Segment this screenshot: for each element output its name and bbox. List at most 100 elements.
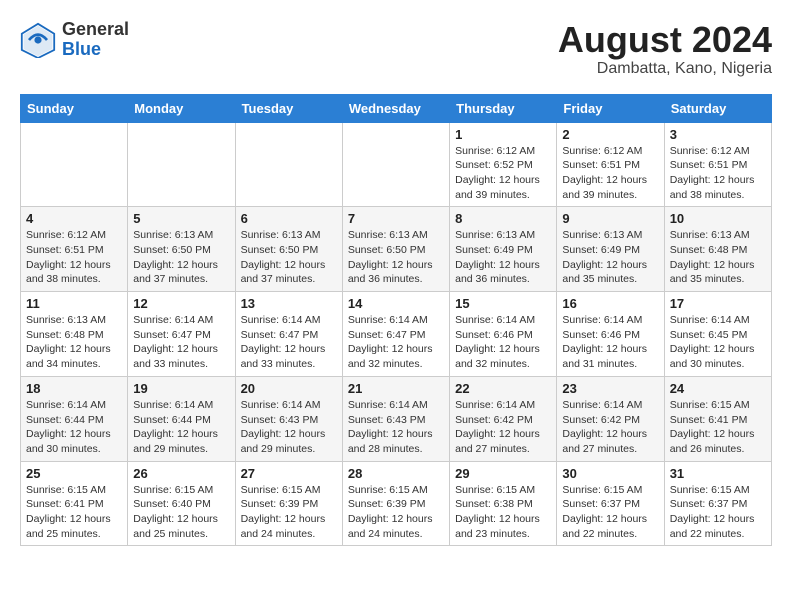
calendar-week-row: 18 Sunrise: 6:14 AMSunset: 6:44 PMDayligh… <box>21 376 772 461</box>
day-number: 7 <box>348 211 444 226</box>
logo-text: General Blue <box>62 20 129 60</box>
calendar-cell: 1 Sunrise: 6:12 AMSunset: 6:52 PMDaylight… <box>450 122 557 207</box>
calendar-week-row: 25Sunrise: 6:15 AMSunset: 6:41 PMDayligh… <box>21 461 772 546</box>
day-info: Sunrise: 6:15 AMSunset: 6:39 PMDaylight:… <box>348 483 444 542</box>
calendar-cell: 28 Sunrise: 6:15 AMSunset: 6:39 PMDayligh… <box>342 461 449 546</box>
calendar-week-row: 11 Sunrise: 6:13 AMSunset: 6:48 PMDayligh… <box>21 292 772 377</box>
day-number: 25 <box>26 466 122 481</box>
day-info: Sunrise: 6:13 AMSunset: 6:48 PMDaylight:… <box>26 313 122 372</box>
weekday-header: Thursday <box>450 94 557 122</box>
day-number: 6 <box>241 211 337 226</box>
day-number: 18 <box>26 381 122 396</box>
day-number: 4 <box>26 211 122 226</box>
page-header: General Blue August 2024 Dambatta, Kano,… <box>20 20 772 78</box>
calendar-cell: 13 Sunrise: 6:14 AMSunset: 6:47 PMDayligh… <box>235 292 342 377</box>
logo-icon <box>20 22 56 58</box>
day-info: Sunrise: 6:14 AMSunset: 6:46 PMDaylight:… <box>562 313 658 372</box>
calendar-cell: 29Sunrise: 6:15 AMSunset: 6:38 PMDayligh… <box>450 461 557 546</box>
day-info: Sunrise: 6:14 AMSunset: 6:43 PMDaylight:… <box>348 398 444 457</box>
day-number: 28 <box>348 466 444 481</box>
weekday-header: Saturday <box>664 94 771 122</box>
calendar-cell: 9 Sunrise: 6:13 AMSunset: 6:49 PMDaylight… <box>557 207 664 292</box>
day-number: 29 <box>455 466 551 481</box>
day-info: Sunrise: 6:14 AMSunset: 6:44 PMDaylight:… <box>26 398 122 457</box>
day-number: 3 <box>670 127 766 142</box>
day-info: Sunrise: 6:14 AMSunset: 6:45 PMDaylight:… <box>670 313 766 372</box>
day-info: Sunrise: 6:13 AMSunset: 6:49 PMDaylight:… <box>562 228 658 287</box>
day-number: 1 <box>455 127 551 142</box>
calendar-cell: 7 Sunrise: 6:13 AMSunset: 6:50 PMDaylight… <box>342 207 449 292</box>
day-number: 11 <box>26 296 122 311</box>
calendar-cell: 26 Sunrise: 6:15 AMSunset: 6:40 PMDayligh… <box>128 461 235 546</box>
day-info: Sunrise: 6:14 AMSunset: 6:43 PMDaylight:… <box>241 398 337 457</box>
day-info: Sunrise: 6:14 AMSunset: 6:47 PMDaylight:… <box>241 313 337 372</box>
day-number: 31 <box>670 466 766 481</box>
day-info: Sunrise: 6:14 AMSunset: 6:42 PMDaylight:… <box>562 398 658 457</box>
calendar-cell: 6 Sunrise: 6:13 AMSunset: 6:50 PMDaylight… <box>235 207 342 292</box>
calendar-cell: 11 Sunrise: 6:13 AMSunset: 6:48 PMDayligh… <box>21 292 128 377</box>
weekday-header: Tuesday <box>235 94 342 122</box>
calendar-cell: 14 Sunrise: 6:14 AMSunset: 6:47 PMDayligh… <box>342 292 449 377</box>
day-info: Sunrise: 6:13 AMSunset: 6:48 PMDaylight:… <box>670 228 766 287</box>
day-info: Sunrise: 6:12 AMSunset: 6:51 PMDaylight:… <box>562 144 658 203</box>
calendar-cell: 4 Sunrise: 6:12 AMSunset: 6:51 PMDaylight… <box>21 207 128 292</box>
logo-blue: Blue <box>62 40 129 60</box>
day-info: Sunrise: 6:13 AMSunset: 6:49 PMDaylight:… <box>455 228 551 287</box>
day-info: Sunrise: 6:12 AMSunset: 6:52 PMDaylight:… <box>455 144 551 203</box>
calendar-cell: 17 Sunrise: 6:14 AMSunset: 6:45 PMDayligh… <box>664 292 771 377</box>
calendar-cell: 2Sunrise: 6:12 AMSunset: 6:51 PMDaylight… <box>557 122 664 207</box>
calendar-cell: 12 Sunrise: 6:14 AMSunset: 6:47 PMDayligh… <box>128 292 235 377</box>
day-info: Sunrise: 6:15 AMSunset: 6:41 PMDaylight:… <box>670 398 766 457</box>
day-number: 26 <box>133 466 229 481</box>
calendar-cell: 24 Sunrise: 6:15 AMSunset: 6:41 PMDayligh… <box>664 376 771 461</box>
calendar-cell: 21 Sunrise: 6:14 AMSunset: 6:43 PMDayligh… <box>342 376 449 461</box>
location: Dambatta, Kano, Nigeria <box>558 60 772 78</box>
day-number: 9 <box>562 211 658 226</box>
day-info: Sunrise: 6:14 AMSunset: 6:42 PMDaylight:… <box>455 398 551 457</box>
title-block: August 2024 Dambatta, Kano, Nigeria <box>558 20 772 78</box>
day-number: 27 <box>241 466 337 481</box>
weekday-row: SundayMondayTuesdayWednesdayThursdayFrid… <box>21 94 772 122</box>
calendar-week-row: 4 Sunrise: 6:12 AMSunset: 6:51 PMDaylight… <box>21 207 772 292</box>
weekday-header: Friday <box>557 94 664 122</box>
calendar-cell: 23 Sunrise: 6:14 AMSunset: 6:42 PMDayligh… <box>557 376 664 461</box>
calendar-cell: 8 Sunrise: 6:13 AMSunset: 6:49 PMDaylight… <box>450 207 557 292</box>
calendar-cell <box>342 122 449 207</box>
day-number: 24 <box>670 381 766 396</box>
calendar-cell: 16Sunrise: 6:14 AMSunset: 6:46 PMDayligh… <box>557 292 664 377</box>
month-title: August 2024 <box>558 20 772 60</box>
calendar-cell: 18 Sunrise: 6:14 AMSunset: 6:44 PMDayligh… <box>21 376 128 461</box>
day-info: Sunrise: 6:14 AMSunset: 6:47 PMDaylight:… <box>133 313 229 372</box>
weekday-header: Monday <box>128 94 235 122</box>
calendar-cell: 22 Sunrise: 6:14 AMSunset: 6:42 PMDayligh… <box>450 376 557 461</box>
day-number: 22 <box>455 381 551 396</box>
day-number: 12 <box>133 296 229 311</box>
day-number: 13 <box>241 296 337 311</box>
day-number: 23 <box>562 381 658 396</box>
day-info: Sunrise: 6:13 AMSunset: 6:50 PMDaylight:… <box>133 228 229 287</box>
day-info: Sunrise: 6:12 AMSunset: 6:51 PMDaylight:… <box>26 228 122 287</box>
day-info: Sunrise: 6:15 AMSunset: 6:39 PMDaylight:… <box>241 483 337 542</box>
day-info: Sunrise: 6:13 AMSunset: 6:50 PMDaylight:… <box>348 228 444 287</box>
calendar-cell: 27 Sunrise: 6:15 AMSunset: 6:39 PMDayligh… <box>235 461 342 546</box>
calendar-cell: 25Sunrise: 6:15 AMSunset: 6:41 PMDayligh… <box>21 461 128 546</box>
weekday-header: Sunday <box>21 94 128 122</box>
day-number: 5 <box>133 211 229 226</box>
day-number: 14 <box>348 296 444 311</box>
day-number: 8 <box>455 211 551 226</box>
logo: General Blue <box>20 20 129 60</box>
day-info: Sunrise: 6:15 AMSunset: 6:37 PMDaylight:… <box>562 483 658 542</box>
day-info: Sunrise: 6:12 AMSunset: 6:51 PMDaylight:… <box>670 144 766 203</box>
calendar-cell <box>235 122 342 207</box>
calendar-cell: 19Sunrise: 6:14 AMSunset: 6:44 PMDayligh… <box>128 376 235 461</box>
calendar-cell: 30Sunrise: 6:15 AMSunset: 6:37 PMDayligh… <box>557 461 664 546</box>
day-info: Sunrise: 6:14 AMSunset: 6:47 PMDaylight:… <box>348 313 444 372</box>
day-info: Sunrise: 6:15 AMSunset: 6:40 PMDaylight:… <box>133 483 229 542</box>
day-info: Sunrise: 6:13 AMSunset: 6:50 PMDaylight:… <box>241 228 337 287</box>
calendar-cell: 20Sunrise: 6:14 AMSunset: 6:43 PMDayligh… <box>235 376 342 461</box>
day-number: 15 <box>455 296 551 311</box>
calendar-header: SundayMondayTuesdayWednesdayThursdayFrid… <box>21 94 772 122</box>
day-number: 21 <box>348 381 444 396</box>
calendar-cell <box>128 122 235 207</box>
day-number: 17 <box>670 296 766 311</box>
